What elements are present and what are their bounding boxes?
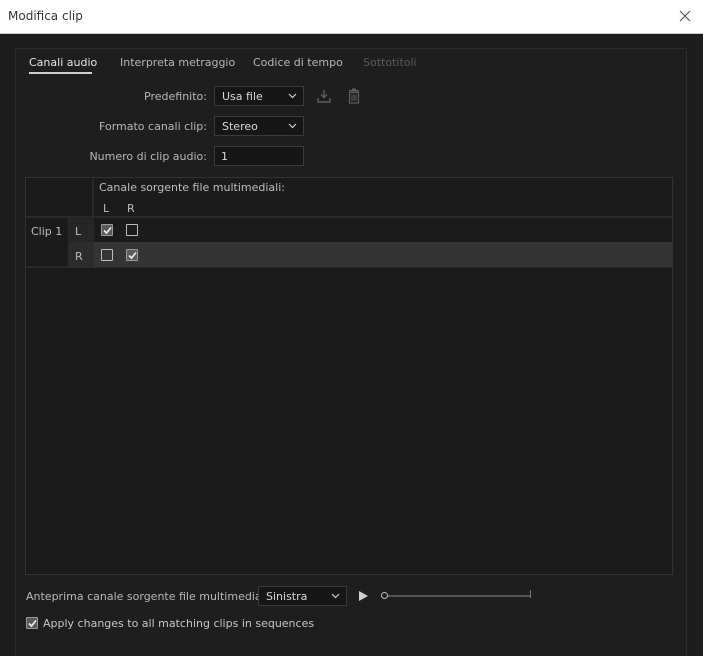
scrub-track-end <box>530 590 531 598</box>
title-bar: Modifica clip <box>0 0 703 34</box>
clip-count-label: Numero di clip audio: <box>89 150 207 163</box>
chevron-down-icon <box>288 93 297 99</box>
row-r-label: R <box>75 250 83 263</box>
format-label: Formato canali clip: <box>99 120 207 133</box>
preset-select[interactable]: Usa file <box>214 86 304 106</box>
trash-icon[interactable] <box>346 88 362 104</box>
column-l-header: L <box>103 202 110 215</box>
column-r-header: R <box>127 202 135 215</box>
format-select[interactable]: Stereo <box>214 116 304 136</box>
preview-scrub-handle[interactable] <box>381 592 388 599</box>
tab-sottotitoli: Sottotitoli <box>363 56 417 69</box>
checkbox-r-r[interactable] <box>126 249 138 261</box>
checkbox-l-r[interactable] <box>126 224 138 236</box>
row-l-label: L <box>75 225 82 238</box>
channel-l-cell <box>69 217 94 242</box>
close-icon[interactable] <box>677 8 693 24</box>
preview-channel-value: Sinistra <box>266 590 308 603</box>
download-icon[interactable] <box>316 88 332 104</box>
preview-channel-select[interactable]: Sinistra <box>258 586 347 606</box>
apply-checkbox[interactable] <box>26 617 38 629</box>
clip-count-input[interactable]: 1 <box>214 146 304 166</box>
tab-canali-audio[interactable]: Canali audio <box>29 56 97 69</box>
window-title: Modifica clip <box>8 9 83 23</box>
selected-row-highlight <box>94 242 672 267</box>
preview-scrub-track[interactable] <box>386 595 531 597</box>
channel-grid <box>25 177 673 575</box>
grid-header: Canale sorgente file multimediali: <box>99 181 285 194</box>
chevron-down-icon <box>331 593 340 599</box>
grid-lines <box>25 177 673 268</box>
checkbox-r-l[interactable] <box>101 249 113 261</box>
chevron-down-icon <box>288 123 297 129</box>
tab-codice-di-tempo[interactable]: Codice di tempo <box>253 56 343 69</box>
preview-label: Anteprima canale sorgente file multimedi… <box>26 590 272 603</box>
active-tab-indicator <box>29 72 92 74</box>
tab-interpreta-metraggio[interactable]: Interpreta metraggio <box>120 56 235 69</box>
format-value: Stereo <box>222 120 258 133</box>
play-icon[interactable] <box>357 590 369 602</box>
preset-label: Predefinito: <box>144 90 207 103</box>
apply-label: Apply changes to all matching clips in s… <box>43 617 315 630</box>
clip-label: Clip 1 <box>31 225 63 238</box>
checkbox-l-l[interactable] <box>101 224 113 236</box>
preset-value: Usa file <box>222 90 263 103</box>
